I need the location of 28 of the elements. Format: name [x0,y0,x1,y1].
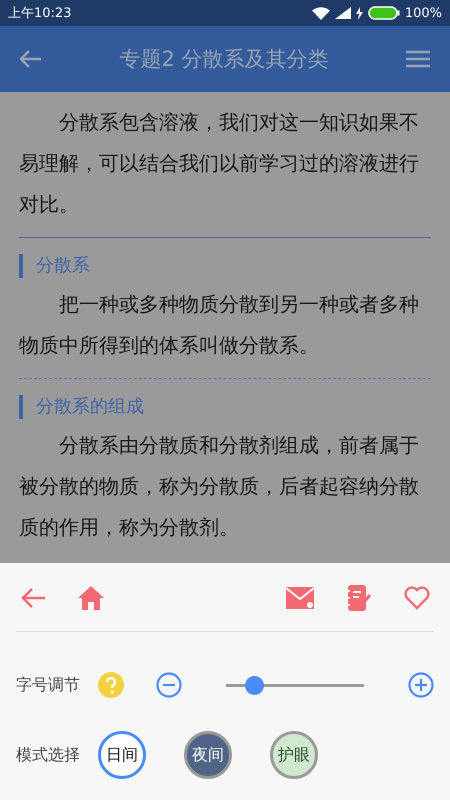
font-size-label: 字号调节 [16,674,80,696]
charging-icon [356,6,363,20]
page-title: 专题2 分散系及其分类 [118,46,330,73]
minus-icon[interactable] [156,672,182,698]
battery-level: 100% [404,6,442,20]
battery-icon [368,6,400,20]
mode-option[interactable]: 护眼 [270,731,318,779]
menu-icon[interactable] [406,50,430,68]
slider-thumb[interactable] [244,676,264,694]
plus-icon[interactable] [408,672,434,698]
section-heading: 分散系 [19,254,431,278]
help-icon[interactable] [98,672,124,698]
paragraph: 把一种或多种物质分散到另一种或者多种物质中所得到的体系叫做分散系。 [19,291,420,359]
notes-icon[interactable] [346,585,372,611]
mode-option[interactable]: 夜间 [184,731,232,779]
paragraph: 分散系由分散质和分散剂组成，前者属于被分散的物质，称为分散质，后者起容纳分散质的作用，称为分散剂。 [19,432,420,541]
status-time: 上午10:23 [8,5,72,22]
paragraph: 分散系包含溶液，我们对这一知识如果不易理解，可以结合我们以前学习过的溶液进行对比。 [19,109,420,218]
mail-icon[interactable] [286,587,314,609]
home-icon[interactable] [78,586,104,610]
mode-label: 模式选择 [16,744,80,766]
mode-option[interactable]: 日间 [98,731,146,779]
back-icon[interactable] [20,50,42,68]
heart-icon[interactable] [404,586,430,610]
section-heading: 分散系的组成 [19,395,431,419]
wifi-icon [312,6,330,20]
signal-icon [334,7,351,19]
back-icon[interactable] [22,588,46,608]
